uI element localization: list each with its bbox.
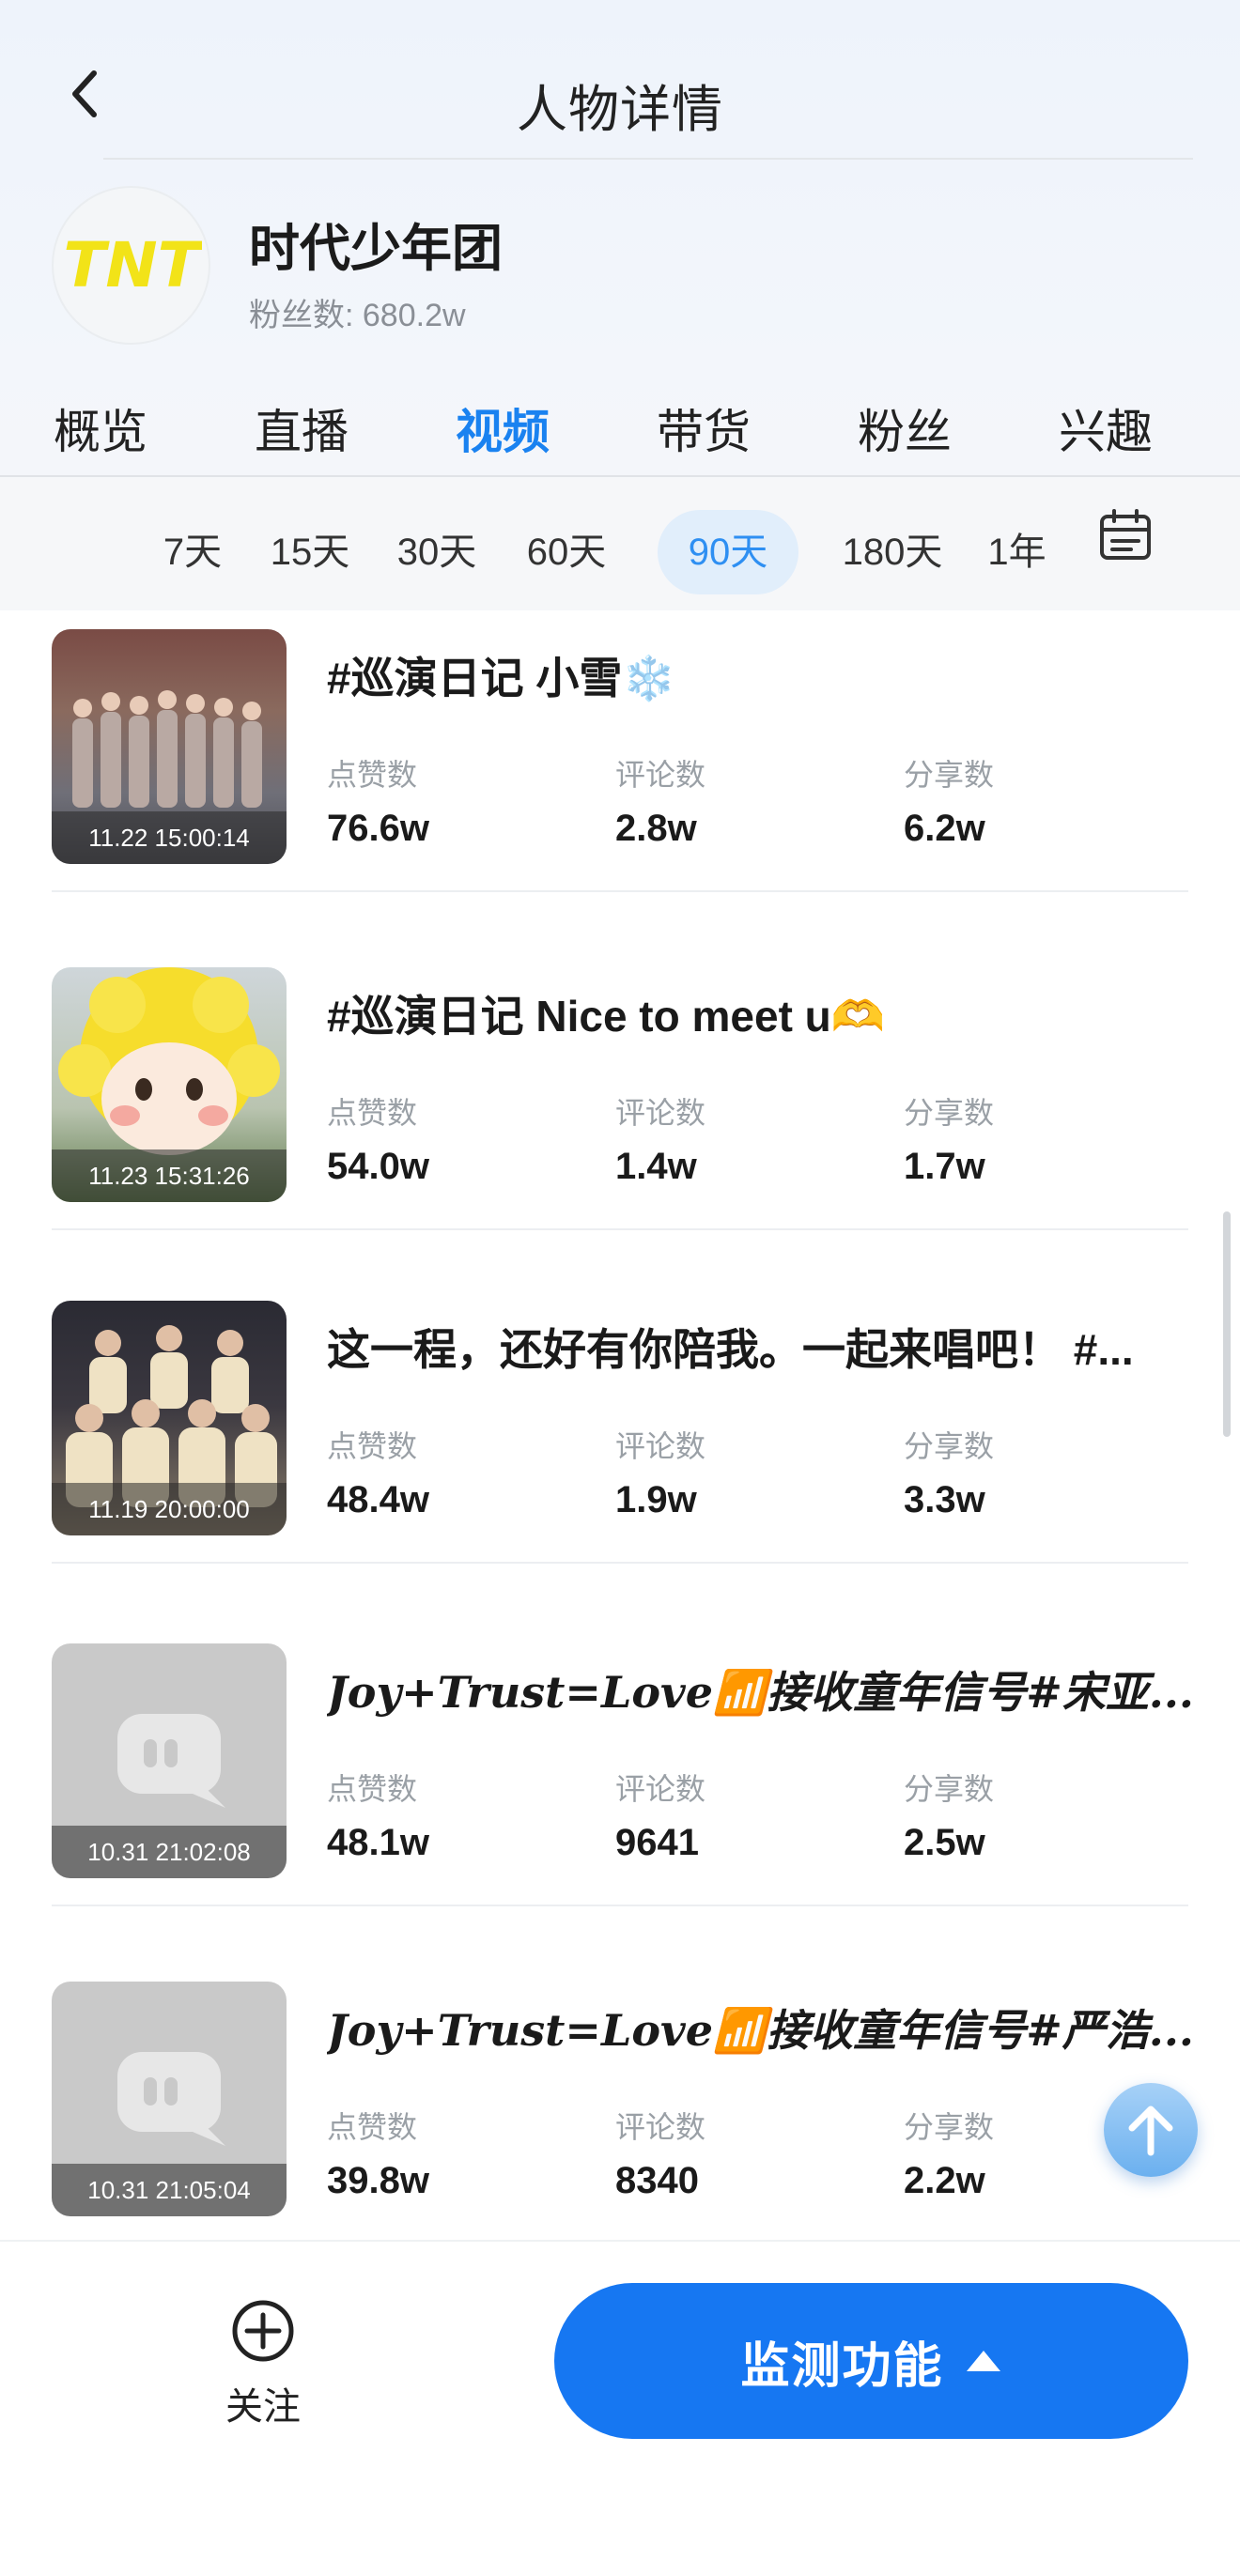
calendar-icon <box>1100 509 1151 560</box>
profile-header: TNT 时代少年团 粉丝数: 680.2w <box>52 186 1179 346</box>
shares-label: 分享数 <box>904 758 995 792</box>
period-15d[interactable]: 15天 <box>258 510 362 594</box>
likes-label: 点赞数 <box>327 1096 418 1130</box>
period-60d[interactable]: 60天 <box>515 510 618 594</box>
profile-name: 时代少年团 <box>249 221 503 277</box>
period-7d[interactable]: 7天 <box>150 510 235 594</box>
shares-label: 分享数 <box>904 2110 995 2144</box>
video-title[interactable]: 这一程，还好有你陪我。一起来唱吧！ #... <box>327 1316 1191 1378</box>
comments-value: 9641 <box>615 1822 699 1863</box>
period-90d[interactable]: 90天 <box>658 510 798 594</box>
likes-label: 点赞数 <box>327 1772 418 1806</box>
comments-label: 评论数 <box>615 2110 706 2144</box>
avatar[interactable]: TNT <box>52 186 210 345</box>
video-title[interactable]: Joy+Trust=Love📶接收童年信号#宋亚... <box>327 1658 1191 1720</box>
video-item[interactable]: 11.23 15:31:26 #巡演日记 Nice to meet u🫶 点赞数… <box>52 949 1188 1230</box>
tab-live[interactable]: 直播 <box>255 394 349 462</box>
video-thumbnail[interactable]: 10.31 21:05:04 <box>52 1982 287 2216</box>
video-item[interactable]: 11.19 20:00:00 这一程，还好有你陪我。一起来唱吧！ #... 点赞… <box>52 1282 1188 1564</box>
video-item[interactable]: 11.22 15:00:14 #巡演日记 小雪❄️ 点赞数 评论数 分享数 76… <box>52 610 1188 892</box>
follow-label: 关注 <box>225 2386 301 2428</box>
shares-label: 分享数 <box>904 1429 995 1463</box>
period-180d[interactable]: 180天 <box>827 510 958 594</box>
shares-value: 2.2w <box>904 2160 985 2201</box>
comments-value: 2.8w <box>615 808 697 849</box>
video-timestamp: 11.19 20:00:00 <box>52 1483 287 1535</box>
nav-divider <box>103 158 1193 160</box>
follow-button[interactable]: 关注 <box>207 2298 319 2430</box>
period-filter: 7天 15天 30天 60天 90天 180天 1年 <box>0 477 1240 610</box>
shares-value: 3.3w <box>904 1479 985 1520</box>
video-thumbnail[interactable]: 10.31 21:02:08 <box>52 1643 287 1878</box>
video-timestamp: 10.31 21:02:08 <box>52 1826 287 1878</box>
video-list[interactable]: 11.22 15:00:14 #巡演日记 小雪❄️ 点赞数 评论数 分享数 76… <box>0 610 1240 2240</box>
nav-bar: 人物详情 <box>0 0 1240 178</box>
shares-label: 分享数 <box>904 1096 995 1130</box>
video-title[interactable]: #巡演日记 Nice to meet u🫶 <box>327 982 1191 1044</box>
likes-value: 76.6w <box>327 808 429 849</box>
calendar-button[interactable] <box>1097 507 1154 563</box>
scroll-to-top-button[interactable] <box>1104 2083 1198 2177</box>
shares-value: 2.5w <box>904 1822 985 1863</box>
item-divider <box>52 1905 1188 1906</box>
comments-value: 1.4w <box>615 1146 697 1187</box>
tab-bar: 概览 直播 视频 带货 粉丝 兴趣 <box>0 385 1240 468</box>
likes-value: 54.0w <box>327 1146 429 1187</box>
item-divider <box>52 1228 1188 1230</box>
video-timestamp: 11.22 15:00:14 <box>52 811 287 864</box>
period-1y[interactable]: 1年 <box>977 510 1057 594</box>
tab-overview[interactable]: 概览 <box>54 394 147 462</box>
tab-interests[interactable]: 兴趣 <box>1059 394 1153 462</box>
monitor-label: 监测功能 <box>740 2338 944 2394</box>
video-timestamp: 11.23 15:31:26 <box>52 1149 287 1202</box>
svg-text:TNT: TNT <box>63 229 202 301</box>
comments-value: 1.9w <box>615 1479 697 1520</box>
likes-value: 39.8w <box>327 2160 429 2201</box>
item-divider <box>52 890 1188 892</box>
likes-label: 点赞数 <box>327 758 418 792</box>
bottom-action-bar: 关注 监测功能 <box>0 2240 1240 2576</box>
period-30d[interactable]: 30天 <box>385 510 488 594</box>
likes-value: 48.1w <box>327 1822 429 1863</box>
tnt-logo-icon: TNT <box>63 229 202 301</box>
video-title[interactable]: Joy+Trust=Love📶接收童年信号#严浩... <box>327 1997 1191 2059</box>
video-thumbnail[interactable]: 11.22 15:00:14 <box>52 629 287 864</box>
page-title: 人物详情 <box>517 82 723 138</box>
tab-video[interactable]: 视频 <box>456 394 550 462</box>
likes-label: 点赞数 <box>327 1429 418 1463</box>
item-divider <box>52 1562 1188 1564</box>
caret-up-icon <box>966 2351 1000 2371</box>
video-title[interactable]: #巡演日记 小雪❄️ <box>327 644 1191 706</box>
arrow-up-icon <box>1128 2106 1173 2156</box>
monitor-button[interactable]: 监测功能 <box>554 2283 1188 2439</box>
video-timestamp: 10.31 21:05:04 <box>52 2164 287 2216</box>
comments-value: 8340 <box>615 2160 699 2201</box>
tab-fans[interactable]: 粉丝 <box>858 394 952 462</box>
shares-label: 分享数 <box>904 1772 995 1806</box>
fans-count: 粉丝数: 680.2w <box>249 298 466 333</box>
shares-value: 1.7w <box>904 1146 985 1187</box>
likes-value: 48.4w <box>327 1479 429 1520</box>
likes-label: 点赞数 <box>327 2110 418 2144</box>
comments-label: 评论数 <box>615 1096 706 1130</box>
video-thumbnail[interactable]: 11.23 15:31:26 <box>52 967 287 1202</box>
video-item[interactable]: 10.31 21:02:08 Joy+Trust=Love📶接收童年信号#宋亚.… <box>52 1625 1191 1906</box>
plus-circle-icon <box>232 2300 294 2362</box>
video-item[interactable]: 10.31 21:05:04 Joy+Trust=Love📶接收童年信号#严浩.… <box>52 1963 1191 2240</box>
video-thumbnail[interactable]: 11.19 20:00:00 <box>52 1301 287 1535</box>
shares-value: 6.2w <box>904 808 985 849</box>
comments-label: 评论数 <box>615 1772 706 1806</box>
comments-label: 评论数 <box>615 1429 706 1463</box>
scrollbar[interactable] <box>1223 1211 1231 1437</box>
tab-goods[interactable]: 带货 <box>657 394 751 462</box>
comments-label: 评论数 <box>615 758 706 792</box>
